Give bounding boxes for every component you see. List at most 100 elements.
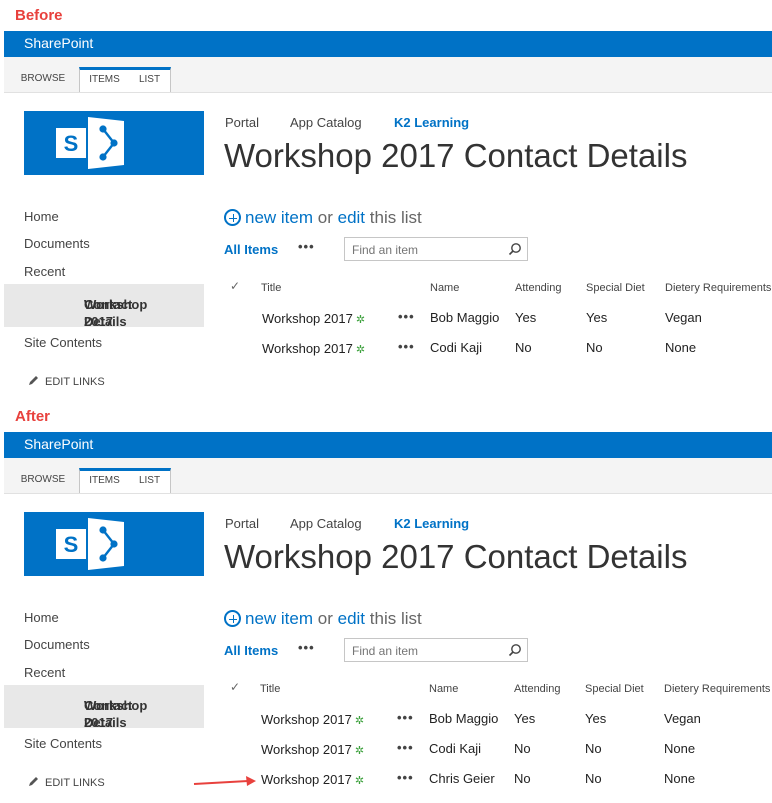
row-title-link[interactable]: Workshop 2017 ✲ (261, 742, 364, 757)
column-header-4[interactable]: Dietery Requirements (664, 683, 770, 695)
suite-bar-title[interactable]: SharePoint (24, 436, 93, 452)
ribbon: BROWSE ITEMS LIST (4, 458, 772, 494)
search-input[interactable] (350, 643, 504, 659)
search-box[interactable] (344, 237, 528, 261)
edit-links-button[interactable]: EDIT LINKS (28, 375, 105, 388)
panel-before: Before SharePoint BROWSE ITEMS LIST S Po… (0, 0, 772, 401)
view-ellipsis-icon[interactable]: ••• (298, 239, 315, 254)
row-title-text: Workshop 2017 (261, 712, 352, 727)
page-title: Workshop 2017 Contact Details (224, 538, 688, 575)
quicklaunch-recent[interactable]: Recent (24, 264, 65, 279)
search-box[interactable] (344, 638, 528, 662)
view-all-items[interactable]: All Items (224, 242, 278, 257)
row-ellipsis-icon[interactable]: ••• (397, 710, 414, 725)
suite-bar: SharePoint (4, 31, 772, 57)
row-title-link[interactable]: Workshop 2017 ✲ (261, 772, 364, 787)
topnav-k2-learning[interactable]: K2 Learning (394, 115, 469, 130)
sharepoint-logo-icon[interactable]: S (24, 512, 204, 576)
row-ellipsis-icon[interactable]: ••• (397, 740, 414, 755)
new-item-link[interactable]: new item (245, 609, 313, 628)
checkmark-icon[interactable]: ✓ (230, 680, 240, 694)
suite-bar-title[interactable]: SharePoint (24, 35, 93, 51)
row-ellipsis-icon[interactable]: ••• (397, 770, 414, 785)
row-cell: Yes (585, 711, 607, 726)
row-title-link[interactable]: Workshop 2017 ✲ (262, 311, 365, 326)
panel-label: After (15, 408, 51, 425)
pencil-icon (29, 376, 38, 385)
panel-after: After SharePoint BROWSE ITEMS LIST S Por… (0, 401, 772, 802)
tab-list[interactable]: LIST (129, 468, 171, 493)
row-cell: Bob Maggio (429, 711, 499, 726)
view-ellipsis-icon[interactable]: ••• (298, 640, 315, 655)
quicklaunch-site-contents[interactable]: Site Contents (24, 335, 102, 350)
topnav-portal[interactable]: Portal (225, 516, 259, 531)
new-item-star-icon: ✲ (354, 775, 365, 787)
quicklaunch-home[interactable]: Home (24, 610, 59, 625)
plus-circle-icon[interactable] (224, 610, 241, 627)
page-title: Workshop 2017 Contact Details (224, 137, 688, 174)
row-cell: Codi Kaji (430, 340, 483, 355)
edit-list-link[interactable]: edit (338, 208, 365, 227)
row-title-link[interactable]: Workshop 2017 ✲ (262, 341, 365, 356)
topnav-portal[interactable]: Portal (225, 115, 259, 130)
new-item-link[interactable]: new item (245, 208, 313, 227)
column-header-0[interactable]: Title (260, 683, 280, 695)
quicklaunch-site-contents[interactable]: Site Contents (24, 736, 102, 751)
row-cell: Codi Kaji (429, 741, 482, 756)
tab-browse[interactable]: BROWSE (18, 468, 68, 493)
topnav-app-catalog[interactable]: App Catalog (290, 115, 362, 130)
quicklaunch-home[interactable]: Home (24, 209, 59, 224)
quicklaunch-selected-list[interactable]: Workshop 2017 Contact Details (4, 284, 204, 329)
row-title-text: Workshop 2017 (261, 772, 352, 787)
column-header-2[interactable]: Attending (514, 683, 560, 695)
column-header-4[interactable]: Dietery Requirements (665, 282, 771, 294)
row-cell: No (585, 771, 602, 786)
plus-circle-icon[interactable] (224, 209, 241, 226)
quicklaunch-recent[interactable]: Recent (24, 665, 65, 680)
row-cell: Yes (586, 310, 608, 325)
quicklaunch-documents[interactable]: Documents (24, 236, 90, 251)
edit-list-link[interactable]: edit (338, 609, 365, 628)
search-icon[interactable] (508, 242, 522, 256)
column-header-0[interactable]: Title (261, 282, 281, 294)
tab-list[interactable]: LIST (129, 67, 171, 92)
row-title-text: Workshop 2017 (262, 311, 353, 326)
column-header-3[interactable]: Special Diet (586, 282, 645, 294)
row-cell: None (665, 340, 697, 355)
column-header-1[interactable]: Name (430, 282, 459, 294)
svg-text:S: S (64, 131, 79, 156)
column-header-2[interactable]: Attending (515, 282, 561, 294)
column-header-3[interactable]: Special Diet (585, 683, 644, 695)
topnav-k2-learning[interactable]: K2 Learning (394, 516, 469, 531)
svg-text:S: S (64, 532, 79, 557)
row-ellipsis-icon[interactable]: ••• (398, 309, 415, 324)
row-ellipsis-icon[interactable]: ••• (398, 339, 415, 354)
topnav-app-catalog[interactable]: App Catalog (290, 516, 362, 531)
tab-items[interactable]: ITEMS (79, 468, 129, 493)
search-icon[interactable] (508, 643, 522, 657)
row-cell: Yes (514, 711, 536, 726)
or-text: or (317, 609, 333, 628)
row-title-text: Workshop 2017 (262, 341, 353, 356)
tab-items[interactable]: ITEMS (79, 67, 129, 92)
sharepoint-logo-icon[interactable]: S (24, 111, 204, 175)
tab-browse[interactable]: BROWSE (18, 67, 68, 92)
quicklaunch-selected-list[interactable]: Workshop 2017 Contact Details (4, 685, 204, 730)
view-all-items[interactable]: All Items (224, 643, 278, 658)
quicklaunch-documents[interactable]: Documents (24, 637, 90, 652)
column-header-1[interactable]: Name (429, 683, 458, 695)
or-text: or (317, 208, 333, 227)
ribbon: BROWSE ITEMS LIST (4, 57, 772, 93)
search-input[interactable] (350, 242, 504, 258)
edit-links-label: EDIT LINKS (45, 777, 105, 789)
checkmark-icon[interactable]: ✓ (230, 279, 240, 293)
row-cell: None (664, 741, 696, 756)
row-cell: Chris Geier (429, 771, 495, 786)
new-item-bar: new item or edit this list (224, 607, 422, 629)
row-title-link[interactable]: Workshop 2017 ✲ (261, 712, 364, 727)
edit-links-button[interactable]: EDIT LINKS (28, 776, 105, 789)
row-cell: Yes (515, 310, 537, 325)
row-cell: Vegan (664, 711, 701, 726)
row-cell: Vegan (665, 310, 702, 325)
panel-label: Before (15, 7, 63, 24)
